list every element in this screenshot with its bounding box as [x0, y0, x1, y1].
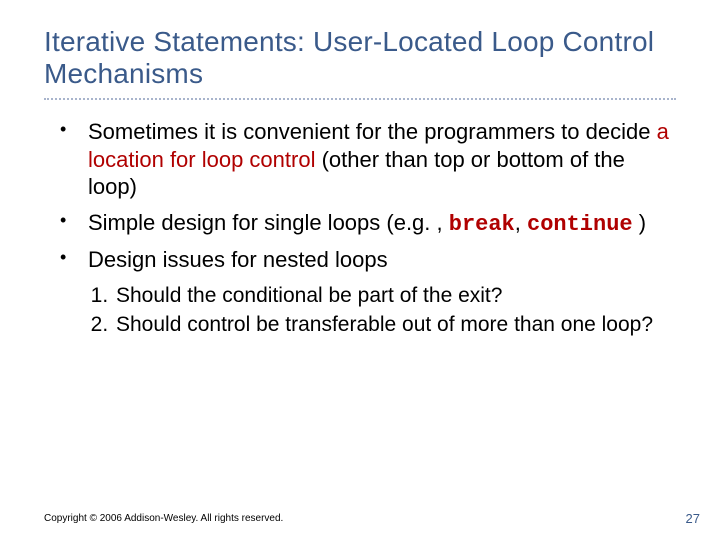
- bullet-3: Design issues for nested loops: [54, 246, 670, 274]
- bullet-1: Sometimes it is convenient for the progr…: [54, 118, 670, 201]
- copyright: Copyright © 2006 Addison-Wesley. All rig…: [44, 513, 283, 524]
- sub-item-2: Should control be transferable out of mo…: [114, 311, 676, 338]
- bullet-2-text-b: ): [633, 210, 646, 235]
- bullet-list: Sometimes it is convenient for the progr…: [44, 118, 676, 274]
- sub-item-1: Should the conditional be part of the ex…: [114, 282, 676, 309]
- bullet-1-text-a: Sometimes it is convenient for the progr…: [88, 119, 657, 144]
- page-number: 27: [686, 511, 700, 526]
- keyword-break: break: [449, 212, 515, 237]
- bullet-2-text-a: Simple design for single loops (e.g. ,: [88, 210, 449, 235]
- divider: [44, 98, 676, 100]
- sub-list: Should the conditional be part of the ex…: [44, 282, 676, 339]
- slide: Iterative Statements: User-Located Loop …: [0, 0, 720, 540]
- page-title: Iterative Statements: User-Located Loop …: [44, 26, 676, 90]
- bullet-2-sep: ,: [515, 210, 527, 235]
- bullet-3-text: Design issues for nested loops: [88, 247, 388, 272]
- keyword-continue: continue: [527, 212, 633, 237]
- bullet-2: Simple design for single loops (e.g. , b…: [54, 209, 670, 239]
